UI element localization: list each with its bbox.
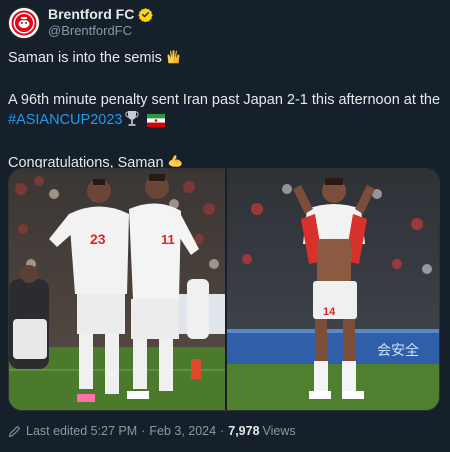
trophy-icon bbox=[125, 110, 140, 133]
brentford-crest-icon bbox=[11, 10, 37, 35]
author-handle[interactable]: @BrentfordFC bbox=[48, 23, 153, 39]
tweet-media-grid: 23 11 会安全 14 bbox=[8, 168, 440, 411]
tweet-line-1: Saman is into the semis bbox=[8, 48, 444, 71]
author-display-name[interactable]: Brentford FC bbox=[48, 6, 134, 23]
edit-pencil-icon bbox=[8, 425, 21, 438]
tweet-line-2: A 96th minute penalty sent Iran past Jap… bbox=[8, 91, 444, 133]
tweet-footer: Last edited 5:27 PM · Feb 3, 2024 · 7,97… bbox=[8, 424, 296, 438]
tweet-date[interactable]: Feb 3, 2024 bbox=[149, 424, 216, 438]
views-count: 7,978 bbox=[228, 424, 260, 438]
ad-board-text: 会安全 bbox=[377, 342, 419, 359]
shirt-number-11: 11 bbox=[161, 232, 175, 247]
tweet-text: Saman is into the semis A 96th minute pe… bbox=[8, 48, 444, 176]
shirt-number-14: 14 bbox=[323, 306, 336, 318]
iran-flag-icon bbox=[147, 114, 166, 133]
verified-badge-icon bbox=[138, 7, 154, 22]
photo-iran-players-celebrating[interactable]: 23 11 bbox=[9, 169, 225, 410]
avatar[interactable] bbox=[8, 6, 40, 39]
raised-hands-icon bbox=[165, 48, 182, 71]
photo-saman-applauding[interactable]: 会安全 14 bbox=[227, 169, 439, 410]
edit-history-link[interactable]: Last edited 5:27 PM bbox=[26, 424, 137, 438]
shirt-number-23: 23 bbox=[90, 231, 106, 247]
tweet-header: Brentford FC @BrentfordFC bbox=[8, 6, 154, 39]
views-label: Views bbox=[262, 424, 296, 438]
footer-separator: · bbox=[141, 424, 146, 438]
hashtag-link[interactable]: #ASIANCUP2023 bbox=[8, 112, 122, 128]
footer-separator-2: · bbox=[220, 424, 225, 438]
